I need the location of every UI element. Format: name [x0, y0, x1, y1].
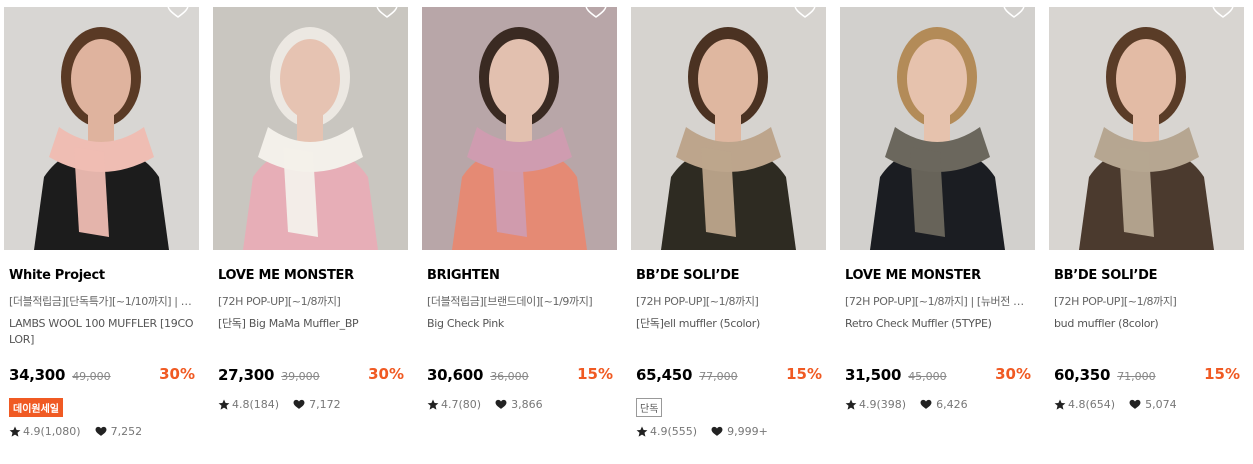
product-grid: White Project [더블적립금][단독특가][~1/10까지] | […: [4, 7, 1244, 438]
heart-icon: [95, 426, 107, 436]
price-row: 60,350 71,000 15%: [1054, 365, 1244, 385]
heart-icon: [293, 399, 305, 409]
product-name[interactable]: LAMBS WOOL 100 MUFFLER [19COLOR]: [9, 316, 195, 348]
product-stats: 4.8(654) 5,074: [1054, 398, 1244, 411]
sale-price: 30,600: [427, 366, 484, 384]
original-price: 45,000: [908, 370, 947, 383]
original-price: 36,000: [490, 370, 529, 383]
product-stats: 4.9(555) 9,999+: [636, 425, 826, 438]
price-row: 30,600 36,000 15%: [427, 365, 617, 385]
wishlist-heart-icon[interactable]: [794, 7, 816, 19]
product-image[interactable]: [1049, 7, 1244, 250]
wishlist-heart-icon[interactable]: [585, 7, 607, 19]
likes-count: 7,172: [309, 398, 341, 411]
product-name[interactable]: bud muffler (8color): [1054, 316, 1240, 348]
promo-text: [72H POP-UP][~1/8까지]: [218, 295, 341, 308]
original-price: 39,000: [281, 370, 320, 383]
product-photo: [213, 7, 408, 250]
product-card[interactable]: White Project [더블적립금][단독특가][~1/10까지] | […: [4, 7, 199, 438]
price-row: 65,450 77,000 15%: [636, 365, 826, 385]
sale-price: 65,450: [636, 366, 693, 384]
likes-count: 6,426: [936, 398, 968, 411]
price-row: 27,300 39,000 30%: [218, 365, 408, 385]
wishlist-heart-icon[interactable]: [1212, 7, 1234, 19]
product-photo: [631, 7, 826, 250]
brand-name[interactable]: BRIGHTEN: [427, 268, 617, 283]
sale-price: 34,300: [9, 366, 66, 384]
rating-text: 4.9(1,080): [23, 425, 81, 438]
product-image[interactable]: [840, 7, 1035, 250]
likes-count: 7,252: [110, 425, 143, 438]
discount-rate: 30%: [159, 365, 195, 383]
exclusive-badge: 단독: [636, 398, 663, 417]
discount-rate: 30%: [368, 365, 404, 383]
likes-count: 5,074: [1145, 398, 1177, 411]
rating-text: 4.8(654): [1068, 398, 1116, 411]
promo-text: [더블적립금][브랜드데이][~1/9까지]: [427, 295, 593, 308]
wishlist-heart-icon[interactable]: [376, 7, 398, 19]
rating-text: 4.9(398): [859, 398, 907, 411]
product-photo: [1049, 7, 1244, 250]
product-stats: 4.9(1,080) 7,252: [9, 425, 199, 438]
likes-count: 9,999+: [727, 425, 768, 438]
original-price: 71,000: [1117, 370, 1156, 383]
discount-rate: 15%: [577, 365, 613, 383]
sale-price: 60,350: [1054, 366, 1111, 384]
star-icon: [636, 426, 648, 437]
original-price: 49,000: [72, 370, 111, 383]
rating-text: 4.8(184): [232, 398, 280, 411]
likes-count: 3,866: [511, 398, 543, 411]
product-image[interactable]: [4, 7, 199, 250]
star-icon: [427, 399, 439, 410]
star-icon: [218, 399, 230, 410]
product-card[interactable]: LOVE ME MONSTER [72H POP-UP][~1/8까지] [단독…: [213, 7, 408, 438]
brand-name[interactable]: LOVE ME MONSTER: [845, 268, 1035, 283]
heart-icon: [711, 426, 723, 436]
price-row: 31,500 45,000 30%: [845, 365, 1035, 385]
brand-name[interactable]: White Project: [9, 268, 199, 283]
brand-name[interactable]: BB’DE SOLI’DE: [636, 268, 826, 283]
sale-price: 31,500: [845, 366, 902, 384]
product-card[interactable]: BRIGHTEN [더블적립금][브랜드데이][~1/9까지] Big Chec…: [422, 7, 617, 438]
heart-icon: [495, 399, 507, 409]
rating-text: 4.7(80): [441, 398, 482, 411]
wishlist-heart-icon[interactable]: [1003, 7, 1025, 19]
promo-text: [72H POP-UP][~1/8까지]: [1054, 295, 1177, 308]
price-row: 34,300 49,000 30%: [9, 365, 199, 385]
original-price: 77,000: [699, 370, 738, 383]
product-name[interactable]: Retro Check Muffler (5TYPE): [845, 316, 1031, 348]
discount-rate: 15%: [1204, 365, 1240, 383]
sale-price: 27,300: [218, 366, 275, 384]
star-icon: [9, 426, 21, 437]
wishlist-heart-icon[interactable]: [167, 7, 189, 19]
product-name[interactable]: [단독]ell muffler (5color): [636, 316, 822, 348]
product-name[interactable]: [단독] Big MaMa Muffler_BP: [218, 316, 404, 348]
brand-name[interactable]: LOVE ME MONSTER: [218, 268, 408, 283]
discount-rate: 30%: [995, 365, 1031, 383]
promo-text: [더블적립금][단독특가][~1/10까지] | [단독]...: [9, 295, 195, 308]
brand-name[interactable]: BB’DE SOLI’DE: [1054, 268, 1244, 283]
promo-text: [72H POP-UP][~1/8까지]: [636, 295, 759, 308]
product-image[interactable]: [631, 7, 826, 250]
promo-text: [72H POP-UP][~1/8까지] | [뉴버전 출시]: [845, 295, 1031, 308]
heart-icon: [1129, 399, 1141, 409]
product-photo: [422, 7, 617, 250]
product-card[interactable]: BB’DE SOLI’DE [72H POP-UP][~1/8까지] [단독]e…: [631, 7, 826, 438]
product-image[interactable]: [213, 7, 408, 250]
product-card[interactable]: BB’DE SOLI’DE [72H POP-UP][~1/8까지] bud m…: [1049, 7, 1244, 438]
product-image[interactable]: [422, 7, 617, 250]
product-name[interactable]: Big Check Pink: [427, 316, 613, 348]
product-stats: 4.8(184) 7,172: [218, 398, 408, 411]
rating-text: 4.9(555): [650, 425, 698, 438]
product-stats: 4.7(80) 3,866: [427, 398, 617, 411]
heart-icon: [920, 399, 932, 409]
product-card[interactable]: LOVE ME MONSTER [72H POP-UP][~1/8까지] | […: [840, 7, 1035, 438]
product-photo: [840, 7, 1035, 250]
product-photo: [4, 7, 199, 250]
sale-badge: 데이원세일: [9, 398, 63, 417]
star-icon: [1054, 399, 1066, 410]
product-stats: 4.9(398) 6,426: [845, 398, 1035, 411]
discount-rate: 15%: [786, 365, 822, 383]
star-icon: [845, 399, 857, 410]
